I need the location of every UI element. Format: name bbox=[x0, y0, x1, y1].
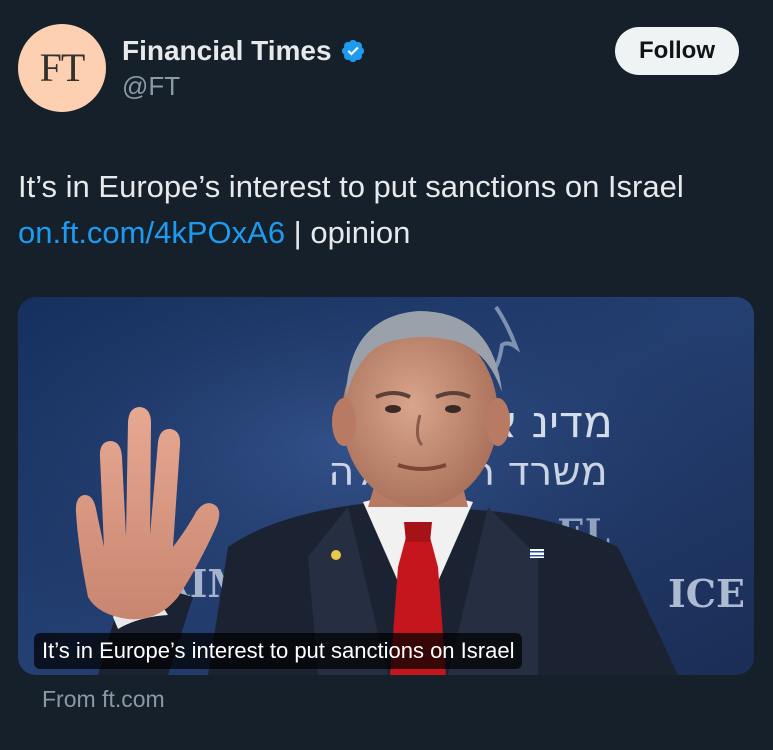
avatar[interactable]: FT bbox=[18, 24, 106, 112]
link-card-media[interactable]: מדינ אל משרד ר ממשלה STA EL RIM ICE bbox=[18, 297, 754, 675]
display-name-row: Financial Times bbox=[122, 34, 366, 68]
account-names: Financial Times @FT bbox=[122, 34, 366, 102]
media-caption: It’s in Europe’s interest to put sanctio… bbox=[34, 633, 523, 669]
tweet-text: It’s in Europe’s interest to put sanctio… bbox=[18, 164, 755, 256]
tweet-header: FT Financial Times @FT Follow bbox=[18, 24, 739, 112]
display-name[interactable]: Financial Times bbox=[122, 34, 332, 68]
article-photo: מדינ אל משרד ר ממשלה STA EL RIM ICE bbox=[18, 297, 754, 675]
avatar-logo-text: FT bbox=[39, 45, 86, 90]
tweet-link-suffix: | opinion bbox=[285, 215, 411, 250]
backdrop-text-right: ICE bbox=[668, 571, 745, 616]
tweet-link[interactable]: on.ft.com/4kPOxA6 bbox=[18, 215, 285, 250]
account-handle[interactable]: @FT bbox=[122, 70, 366, 102]
follow-button[interactable]: Follow bbox=[615, 27, 739, 75]
verified-badge-icon bbox=[341, 39, 364, 63]
tweet-text-line: It’s in Europe’s interest to put sanctio… bbox=[18, 169, 684, 204]
tweet-link-row: on.ft.com/4kPOxA6 | opinion bbox=[18, 210, 755, 256]
card-source[interactable]: From ft.com bbox=[42, 684, 165, 714]
